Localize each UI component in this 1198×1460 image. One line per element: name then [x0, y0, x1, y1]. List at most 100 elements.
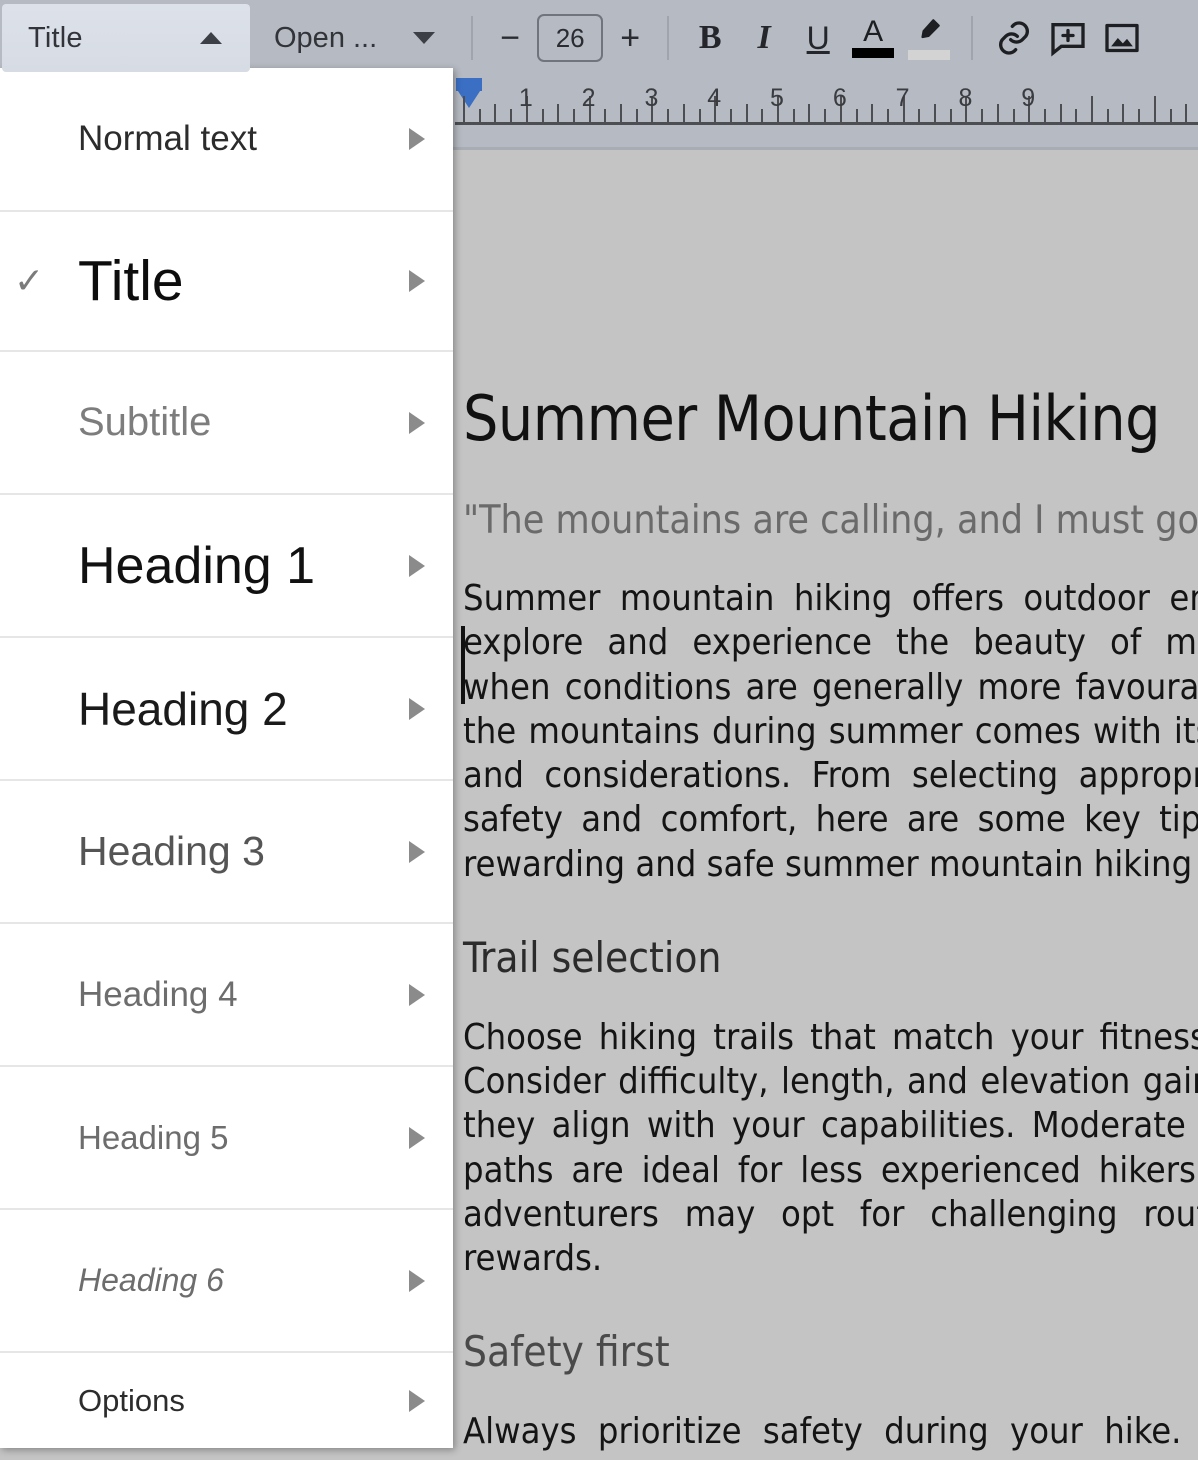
highlight-color-button[interactable] [901, 10, 957, 66]
ruler-tick [494, 104, 497, 122]
ruler-number: 4 [707, 84, 722, 112]
ruler-number: 1 [518, 84, 533, 112]
menu-item-heading-3[interactable]: Heading 3 [0, 781, 453, 924]
menu-item-heading-5[interactable]: Heading 5 [0, 1067, 453, 1210]
ruler-tick [510, 109, 513, 122]
ruler-number: 7 [895, 84, 910, 112]
menu-item-label: Heading 4 [78, 974, 238, 1014]
toolbar-divider [971, 16, 974, 60]
submenu-arrow-icon[interactable] [409, 1269, 425, 1292]
ruler-tick [886, 109, 889, 122]
ruler-tick [792, 109, 795, 122]
ruler-tick [1075, 109, 1078, 122]
ruler-tick [1122, 104, 1125, 122]
menu-item-label: Heading 2 [78, 682, 288, 735]
add-comment-icon [1051, 23, 1085, 57]
italic-button[interactable]: I [737, 10, 791, 66]
left-indent-marker-icon[interactable] [456, 88, 482, 108]
ruler-tick [478, 109, 481, 122]
submenu-arrow-icon[interactable] [409, 128, 425, 150]
menu-item-label: Normal text [78, 119, 257, 158]
ruler-tick [682, 104, 685, 122]
underline-button[interactable]: U [791, 10, 845, 66]
ruler-baseline [455, 122, 1198, 125]
insert-image-icon [1105, 23, 1139, 53]
menu-item-heading-2[interactable]: Heading 2 [0, 638, 453, 781]
ruler-tick [1059, 104, 1062, 122]
highlight-pen-icon [914, 17, 944, 47]
submenu-arrow-icon[interactable] [409, 983, 425, 1006]
submenu-arrow-icon[interactable] [409, 697, 425, 720]
bold-button[interactable]: B [683, 10, 737, 66]
paragraph-style-dropdown[interactable]: Normal text ✓ Title Subtitle Heading 1 H… [0, 68, 453, 1448]
ruler-tick [1106, 109, 1109, 122]
add-comment-button[interactable] [1041, 10, 1095, 66]
document-ruler[interactable]: 1 2 3 4 5 6 7 8 9 [453, 76, 1198, 150]
submenu-arrow-icon[interactable] [409, 554, 425, 577]
document-subtitle-quote: "The mountains are calling, and I must g… [463, 498, 1198, 543]
ruler-tick [572, 109, 575, 122]
ruler-tick [604, 109, 607, 122]
section-heading-trail-selection: Trail selection [463, 932, 722, 982]
menu-item-heading-6[interactable]: Heading 6 [0, 1210, 453, 1353]
ruler-tick [667, 109, 670, 122]
increase-font-size-button[interactable]: + [607, 19, 653, 58]
ruler-track: 1 2 3 4 5 6 7 8 9 [453, 76, 1198, 150]
menu-item-options[interactable]: Options [0, 1353, 453, 1448]
ruler-number: 5 [770, 84, 784, 112]
intro-paragraph: Summer mountain hiking offers outdoor en… [463, 578, 1198, 885]
submenu-arrow-icon[interactable] [409, 270, 425, 292]
ruler-tick [557, 104, 560, 122]
document-body: Summer Mountain Hiking "The mountains ar… [453, 388, 1198, 1460]
ruler-tick [1185, 104, 1188, 122]
ruler-tick [981, 109, 984, 122]
ruler-tick [635, 109, 638, 122]
ruler-tick [934, 104, 936, 122]
decrease-font-size-button[interactable]: − [487, 19, 533, 58]
section-heading-safety-first: Safety first [463, 1327, 670, 1377]
menu-item-title[interactable]: ✓ Title [0, 212, 453, 352]
chevron-up-icon [200, 32, 222, 44]
submenu-arrow-icon[interactable] [409, 1390, 425, 1412]
ruler-tick [1169, 109, 1172, 122]
menu-item-heading-1[interactable]: Heading 1 [0, 495, 453, 638]
menu-item-heading-4[interactable]: Heading 4 [0, 924, 453, 1067]
ruler-tick [1043, 109, 1046, 122]
font-size-stepper: − 26 + [487, 14, 653, 62]
submenu-arrow-icon[interactable] [409, 1126, 425, 1149]
ruler-tick [729, 109, 732, 122]
paragraph-style-label: Title [28, 21, 83, 54]
font-family-selector[interactable]: Open ... [250, 4, 457, 72]
ruler-number: 6 [832, 84, 847, 112]
document-canvas[interactable]: Summer Mountain Hiking "The mountains ar… [453, 150, 1198, 1460]
submenu-arrow-icon[interactable] [409, 840, 425, 863]
ruler-tick [1012, 109, 1015, 122]
ruler-tick [996, 104, 999, 122]
paragraph-style-selector[interactable]: Title [2, 4, 250, 72]
font-size-input[interactable]: 26 [537, 14, 604, 62]
ruler-number: 3 [644, 84, 659, 112]
submenu-arrow-icon[interactable] [409, 411, 425, 434]
ruler-tick [824, 109, 827, 122]
ruler-tick [871, 104, 874, 122]
ruler-tick [745, 104, 748, 122]
insert-image-button[interactable] [1095, 10, 1149, 66]
text-color-button[interactable]: A [845, 10, 901, 66]
document-title: Summer Mountain Hiking [463, 382, 1161, 455]
menu-item-label: Heading 3 [78, 828, 265, 874]
text-cursor [461, 626, 465, 704]
ruler-tick [1138, 109, 1141, 122]
formatting-toolbar: Title Open ... − 26 + B I U A [0, 0, 1198, 76]
section-paragraph-safety-first: Always prioritize safety during your hik… [463, 1411, 1198, 1460]
menu-item-subtitle[interactable]: Subtitle [0, 352, 453, 495]
text-color-letter: A [863, 14, 884, 48]
ruler-tick [463, 96, 465, 122]
menu-item-normal-text[interactable]: Normal text [0, 68, 453, 212]
link-icon [999, 21, 1030, 55]
menu-item-label: Heading 6 [78, 1262, 224, 1298]
ruler-tick [1153, 96, 1156, 122]
toolbar-divider [667, 16, 670, 60]
ruler-number: 2 [581, 84, 596, 112]
checkmark-icon: ✓ [14, 260, 45, 301]
insert-link-button[interactable] [987, 10, 1041, 66]
